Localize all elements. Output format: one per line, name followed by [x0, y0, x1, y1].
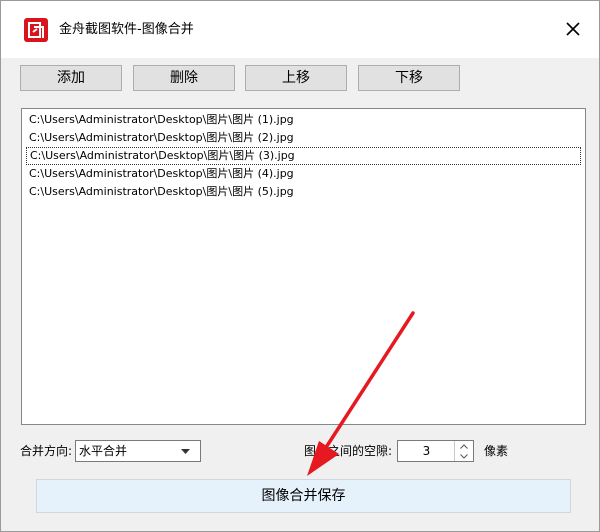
close-icon[interactable] — [565, 21, 581, 37]
merge-save-button[interactable]: 图像合并保存 — [36, 479, 571, 513]
list-item[interactable]: C:\Users\Administrator\Desktop\图片\图片 (4)… — [26, 165, 581, 183]
add-button[interactable]: 添加 — [20, 65, 122, 91]
chevron-down-icon[interactable] — [455, 451, 473, 461]
merge-direction-select[interactable]: 水平合并 — [75, 440, 201, 462]
merge-direction-value: 水平合并 — [79, 444, 128, 458]
gap-stepper[interactable]: 3 — [397, 440, 474, 462]
gap-label: 图像之间的空隙: — [304, 444, 393, 458]
image-merge-dialog: 金舟截图软件-图像合并 添加 删除 上移 下移 C:\Users\Adminis… — [0, 0, 600, 532]
list-item[interactable]: C:\Users\Administrator\Desktop\图片\图片 (1)… — [26, 111, 581, 129]
delete-button[interactable]: 删除 — [133, 65, 235, 91]
title-bar: 金舟截图软件-图像合并 — [1, 1, 599, 58]
close-button[interactable] — [561, 17, 585, 41]
chevron-up-icon[interactable] — [455, 441, 473, 451]
window-title: 金舟截图软件-图像合并 — [59, 22, 194, 37]
gap-unit-label: 像素 — [484, 444, 509, 458]
stepper-buttons — [454, 441, 473, 461]
list-item[interactable]: C:\Users\Administrator\Desktop\图片\图片 (5)… — [26, 183, 581, 201]
move-down-button[interactable]: 下移 — [358, 65, 460, 91]
list-item[interactable]: C:\Users\Administrator\Desktop\图片\图片 (2)… — [26, 129, 581, 147]
gap-value[interactable]: 3 — [398, 441, 455, 461]
file-list[interactable]: C:\Users\Administrator\Desktop\图片\图片 (1)… — [21, 108, 586, 425]
move-up-button[interactable]: 上移 — [245, 65, 347, 91]
list-item[interactable]: C:\Users\Administrator\Desktop\图片\图片 (3)… — [26, 147, 581, 165]
chevron-down-icon[interactable] — [170, 441, 200, 461]
app-logo-icon — [24, 18, 48, 42]
merge-direction-label: 合并方向: — [20, 444, 73, 458]
